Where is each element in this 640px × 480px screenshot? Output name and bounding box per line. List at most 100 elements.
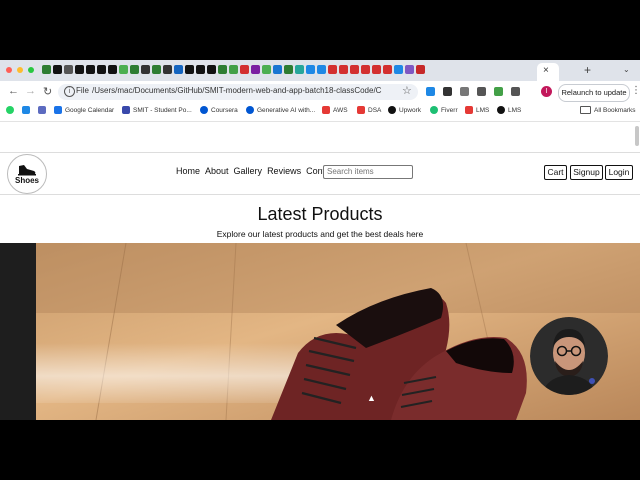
extension-icon[interactable] [494, 87, 503, 96]
tab-favicon-icon[interactable] [152, 65, 161, 74]
tab-favicon-icon[interactable] [64, 65, 73, 74]
tab-favicon-icon[interactable] [229, 65, 238, 74]
back-icon[interactable]: ← [8, 85, 19, 97]
cart-button[interactable]: Cart [544, 165, 567, 180]
page-subtitle: Explore our latest products and get the … [216, 229, 424, 239]
reload-icon[interactable]: ↻ [43, 85, 52, 98]
extension-icon[interactable] [460, 87, 469, 96]
tab-favicon-icon[interactable] [405, 65, 414, 74]
tab-favicon-icon[interactable] [42, 65, 51, 74]
bookmark-item[interactable]: AWS [322, 106, 348, 114]
signup-button[interactable]: Signup [570, 165, 603, 180]
tab-favicon-icon[interactable] [295, 65, 304, 74]
tab-favicon-icon[interactable] [306, 65, 315, 74]
bookmark-label: DSA [368, 106, 382, 114]
tab-favicon-icon[interactable] [383, 65, 392, 74]
tab-list [42, 65, 425, 74]
tab-favicon-icon[interactable] [317, 65, 326, 74]
tab-favicon-icon[interactable] [97, 65, 106, 74]
bookmark-star-icon[interactable]: ☆ [402, 84, 412, 97]
webcam-overlay [530, 317, 608, 395]
bookmark-favicon-icon [430, 106, 438, 114]
tab-favicon-icon[interactable] [350, 65, 359, 74]
tab-favicon-icon[interactable] [75, 65, 84, 74]
bookmark-label: Google Calendar [65, 106, 115, 114]
bookmark-favicon-icon [22, 106, 30, 114]
extension-icon[interactable] [477, 87, 486, 96]
all-bookmarks-label: All Bookmarks [594, 106, 636, 114]
tab-favicon-icon[interactable] [262, 65, 271, 74]
search-input[interactable] [323, 165, 413, 179]
tab-favicon-icon[interactable] [53, 65, 62, 74]
site-logo[interactable]: Shoes [7, 154, 47, 194]
bookmark-item[interactable]: Google Calendar [54, 106, 114, 114]
profile-avatar[interactable]: I [541, 86, 552, 97]
nav-link-about[interactable]: About [205, 166, 229, 176]
nav-link-reviews[interactable]: Reviews [267, 166, 301, 176]
tab-favicon-icon[interactable] [372, 65, 381, 74]
tab-favicon-icon[interactable] [240, 65, 249, 74]
maximize-window-button[interactable] [28, 67, 34, 73]
bookmark-label: AWS [333, 106, 348, 114]
tab-favicon-icon[interactable] [284, 65, 293, 74]
active-tab[interactable]: × [537, 63, 559, 81]
close-window-button[interactable] [6, 67, 12, 73]
tab-favicon-icon[interactable] [174, 65, 183, 74]
bookmark-item[interactable]: Generative AI with... [246, 106, 315, 114]
page-scrollbar[interactable] [635, 126, 639, 146]
bookmark-label: LMS [476, 106, 490, 114]
bookmark-item[interactable]: LMS [497, 106, 521, 114]
forward-icon[interactable]: → [25, 85, 36, 97]
browser-menu-icon[interactable]: ⋮ [631, 85, 640, 96]
tab-favicon-icon[interactable] [141, 65, 150, 74]
tab-favicon-icon[interactable] [251, 65, 260, 74]
tab-close-icon[interactable]: × [543, 65, 549, 76]
nav-link-home[interactable]: Home [176, 166, 200, 176]
address-bar[interactable]: i File /Users/mac/Documents/GitHub/SMIT-… [58, 84, 418, 100]
bookmark-item[interactable]: SMIT - Student Po... [122, 106, 192, 114]
login-button[interactable]: Login [605, 165, 633, 180]
tab-favicon-icon[interactable] [108, 65, 117, 74]
bookmark-item[interactable]: Coursera [200, 106, 238, 114]
bookmarks-bar: All Bookmarks Google Calendar SMIT - Stud… [0, 103, 640, 122]
bookmark-item[interactable]: Upwork [388, 106, 421, 114]
tab-favicon-icon[interactable] [207, 65, 216, 74]
tab-favicon-icon[interactable] [273, 65, 282, 74]
bookmark-item[interactable] [6, 106, 14, 114]
all-bookmarks-button[interactable]: All Bookmarks [580, 106, 636, 114]
bookmark-favicon-icon [54, 106, 62, 114]
tab-favicon-icon[interactable] [339, 65, 348, 74]
extension-icon[interactable] [443, 87, 452, 96]
tab-favicon-icon[interactable] [119, 65, 128, 74]
tab-favicon-icon[interactable] [130, 65, 139, 74]
bookmark-item[interactable] [38, 106, 46, 114]
bookmark-favicon-icon [357, 106, 365, 114]
bookmark-favicon-icon [246, 106, 254, 114]
extension-icon[interactable] [426, 87, 435, 96]
tab-favicon-icon[interactable] [218, 65, 227, 74]
nav-link-gallery[interactable]: Gallery [234, 166, 263, 176]
tab-favicon-icon[interactable] [361, 65, 370, 74]
bookmark-label: SMIT - Student Po... [133, 106, 192, 114]
tab-favicon-icon[interactable] [394, 65, 403, 74]
new-tab-button[interactable]: + [584, 63, 591, 77]
tab-favicon-icon[interactable] [185, 65, 194, 74]
url-text[interactable]: /Users/mac/Documents/GitHub/SMIT-modern-… [92, 86, 382, 95]
bookmark-item[interactable] [22, 106, 30, 114]
tab-favicon-icon[interactable] [328, 65, 337, 74]
minimize-window-button[interactable] [17, 67, 23, 73]
relaunch-button[interactable]: Relaunch to update [558, 84, 630, 102]
bookmark-item[interactable]: LMS [465, 106, 489, 114]
tab-favicon-icon[interactable] [163, 65, 172, 74]
bookmark-item[interactable]: Fiverr [430, 106, 458, 114]
tab-search-icon[interactable]: ⌄ [623, 65, 630, 74]
tab-favicon-icon[interactable] [416, 65, 425, 74]
tab-favicon-icon[interactable] [86, 65, 95, 74]
bookmark-item[interactable]: DSA [357, 106, 381, 114]
extension-icon[interactable] [511, 87, 520, 96]
site-info-icon[interactable]: i [64, 86, 75, 97]
window-controls [6, 67, 34, 73]
page-title: Latest Products [257, 204, 383, 224]
tab-favicon-icon[interactable] [196, 65, 205, 74]
site-navbar: Shoes Home About Gallery Reviews Contact… [0, 152, 640, 195]
